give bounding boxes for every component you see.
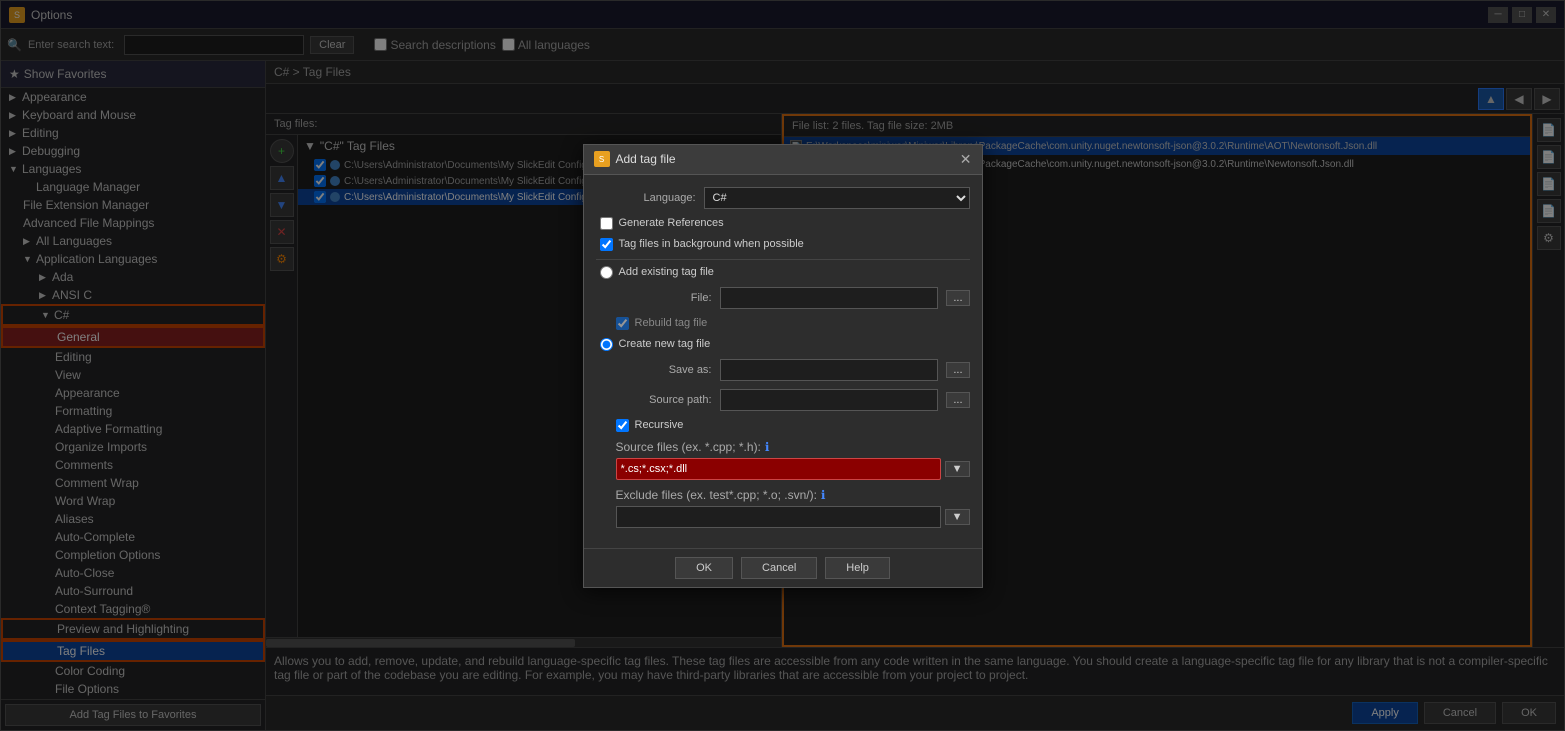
generate-refs-row: Generate References <box>596 217 970 230</box>
language-row: Language: C# <box>596 187 970 209</box>
info-icon-2: ℹ <box>821 488 826 502</box>
save-as-browse-button[interactable]: ... <box>946 362 969 378</box>
source-path-label: Source path: <box>612 394 712 406</box>
recursive-label: Recursive <box>635 419 684 431</box>
modal-icon: S <box>594 151 610 167</box>
source-files-input[interactable]: *.cs;*.csx;*.dll <box>616 458 941 480</box>
source-path-input[interactable] <box>720 389 939 411</box>
file-row: File: ... <box>596 287 970 309</box>
modal-help-button[interactable]: Help <box>825 557 890 579</box>
create-new-label: Create new tag file <box>619 338 711 350</box>
exclude-files-section: Exclude files (ex. test*.cpp; *.o; .svn/… <box>596 488 970 528</box>
save-as-label: Save as: <box>612 364 712 376</box>
source-files-label: Source files (ex. *.cpp; *.h): ℹ <box>616 440 970 454</box>
source-files-dropdown-button[interactable]: ▼ <box>945 461 970 477</box>
exclude-files-label: Exclude files (ex. test*.cpp; *.o; .svn/… <box>616 488 970 502</box>
modal-title-text: Add tag file <box>616 152 676 166</box>
language-select[interactable]: C# <box>704 187 970 209</box>
modal-title-bar: S Add tag file ✕ <box>584 145 982 175</box>
info-icon: ℹ <box>765 440 770 454</box>
source-files-combo-wrapper: *.cs;*.csx;*.dll ▼ <box>616 458 970 480</box>
add-existing-label: Add existing tag file <box>619 266 714 278</box>
rebuild-row: Rebuild tag file <box>596 317 970 330</box>
create-new-row: Create new tag file <box>596 338 970 351</box>
create-new-radio[interactable] <box>600 338 613 351</box>
file-label: File: <box>612 292 712 304</box>
language-label: Language: <box>596 192 696 204</box>
save-as-row: Save as: ... <box>596 359 970 381</box>
add-existing-radio[interactable] <box>600 266 613 279</box>
rebuild-checkbox[interactable] <box>616 317 629 330</box>
file-browse-button[interactable]: ... <box>946 290 969 306</box>
recursive-row: Recursive <box>596 419 970 432</box>
add-tag-file-dialog: S Add tag file ✕ Language: C# Generate R… <box>583 144 983 588</box>
generate-refs-label: Generate References <box>619 217 724 229</box>
source-files-section: Source files (ex. *.cpp; *.h): ℹ *.cs;*.… <box>596 440 970 480</box>
modal-body: Language: C# Generate References Tag fil… <box>584 175 982 548</box>
exclude-files-input[interactable] <box>616 506 941 528</box>
rebuild-label: Rebuild tag file <box>635 317 708 329</box>
source-path-browse-button[interactable]: ... <box>946 392 969 408</box>
exclude-files-dropdown-button[interactable]: ▼ <box>945 509 970 525</box>
recursive-checkbox[interactable] <box>616 419 629 432</box>
exclude-files-combo-wrapper: ▼ <box>616 506 970 528</box>
modal-ok-button[interactable]: OK <box>675 557 733 579</box>
tag-bg-label: Tag files in background when possible <box>619 238 804 250</box>
divider-1 <box>596 259 970 260</box>
file-input[interactable] <box>720 287 939 309</box>
tag-bg-checkbox[interactable] <box>600 238 613 251</box>
modal-overlay: S Add tag file ✕ Language: C# Generate R… <box>0 0 1565 731</box>
add-existing-row: Add existing tag file <box>596 266 970 279</box>
modal-footer: OK Cancel Help <box>584 548 982 587</box>
source-path-row: Source path: ... <box>596 389 970 411</box>
modal-close-button[interactable]: ✕ <box>960 151 972 168</box>
modal-cancel-button[interactable]: Cancel <box>741 557 817 579</box>
tag-bg-row: Tag files in background when possible <box>596 238 970 251</box>
save-as-input[interactable] <box>720 359 939 381</box>
generate-refs-checkbox[interactable] <box>600 217 613 230</box>
